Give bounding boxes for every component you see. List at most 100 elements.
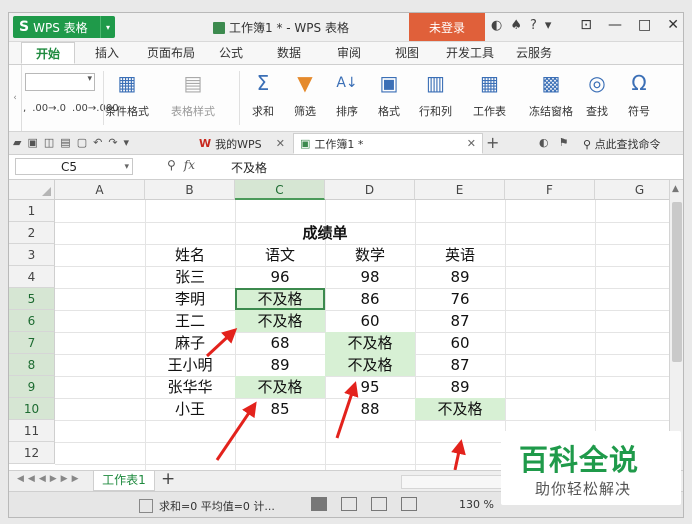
window-controls: ⊡ — □ ✕ [580, 17, 679, 33]
rows-cols-button[interactable]: ▥ 行和列 [419, 71, 452, 119]
tab-home[interactable]: 开始 [21, 42, 75, 64]
rows-cols-icon: ▥ [426, 71, 445, 95]
spreadsheet-grid[interactable]: ABCDEFG 1 2 3 4 5 6 7 8 9 10 11 12 成绩单 姓名 语文 数学 英语 张三 96 9… [9, 180, 669, 470]
shirt-icon[interactable]: ♠ [510, 18, 522, 33]
workbook-icon: ▣ [300, 137, 311, 150]
app-menu-button[interactable]: S WPS 表格 ▾ [13, 16, 115, 38]
chevron-down-icon[interactable]: ▾ [100, 16, 115, 38]
find-button[interactable]: ◎ 查找 [585, 71, 609, 119]
horizontal-scrollbar[interactable] [401, 475, 503, 489]
freeze-panes-icon: ▩ [541, 71, 561, 95]
format-button[interactable]: ▣ 格式 [377, 71, 401, 119]
name-box[interactable]: C5 [15, 158, 133, 176]
wps-w-icon: W [199, 137, 212, 150]
skin-toggle-icon[interactable]: ◐ [539, 136, 549, 149]
search-command[interactable]: ⚲ 点此查找命令 [583, 136, 661, 152]
tab-data[interactable]: 数据 [269, 42, 309, 64]
print-icon[interactable]: ▤ [60, 136, 70, 149]
zoom-level[interactable]: 130 % [459, 498, 494, 511]
worksheet-button[interactable]: ▦ 工作表 [473, 71, 506, 119]
close-icon[interactable]: ✕ [467, 137, 476, 150]
tab-view[interactable]: 视图 [387, 42, 427, 64]
tab-label: 工作簿1 * [314, 137, 364, 151]
help-icon[interactable]: ? [530, 18, 537, 33]
new-tab-button[interactable]: + [486, 133, 499, 152]
reading-view-icon[interactable] [401, 497, 417, 511]
tab-page-layout[interactable]: 页面布局 [139, 42, 203, 64]
sheet-tab-1[interactable]: 工作表1 [93, 471, 155, 491]
decrease-decimal-button[interactable]: .00→.0 [32, 103, 66, 114]
close-icon[interactable]: ✕ [276, 137, 285, 150]
skin-icon[interactable]: ◐ [491, 18, 502, 33]
sheet-nav-arrows[interactable]: ◀◀◀▶▶▶ [17, 474, 83, 484]
conditional-format-icon: ▦ [117, 71, 137, 95]
ribbon: ‹ , .00→.0 .00→.000 ▦ 条件格式 ▤ 表格样式 Σ 求和 ▼… [9, 65, 683, 132]
flag-icon[interactable]: ⚑ [559, 136, 569, 149]
button-label: 工作表 [473, 105, 506, 118]
tab-formulas[interactable]: 公式 [211, 42, 251, 64]
tab-review[interactable]: 审阅 [329, 42, 369, 64]
open-icon[interactable]: ▰ [13, 136, 21, 149]
ribbon-scroll-left[interactable]: ‹ [9, 65, 22, 131]
conditional-format-button[interactable]: ▦ 条件格式 [105, 71, 149, 119]
wps-window: S WPS 表格 ▾ 工作簿1 * - WPS 表格 未登录 ◐ ♠ ? ▾ ⊡… [8, 12, 684, 518]
title-bar: S WPS 表格 ▾ 工作簿1 * - WPS 表格 未登录 ◐ ♠ ? ▾ ⊡… [9, 13, 683, 42]
sort-icon: A↓ [336, 75, 358, 91]
minimize-button[interactable]: — [608, 17, 622, 33]
redo-icon[interactable]: ↷ [108, 136, 117, 149]
normal-view-icon[interactable] [311, 497, 327, 511]
filter-button[interactable]: ▼ 筛选 [293, 71, 317, 119]
watermark-subtitle: 助你轻松解决 [535, 480, 632, 498]
button-label: 格式 [378, 105, 400, 118]
status-text: 求和=0 平均值=0 计... [159, 500, 275, 513]
macro-record-icon[interactable] [139, 499, 153, 513]
quick-access-toolbar: ▰ ▣ ◫ ▤ ▢ ↶ ↷ ▾ [13, 136, 129, 149]
font-size-box[interactable] [25, 73, 95, 91]
sum-icon: Σ [256, 71, 270, 95]
app-name: WPS 表格 [33, 20, 88, 35]
restore-icon[interactable]: ⊡ [580, 17, 592, 33]
export-pdf-icon[interactable]: ◫ [44, 136, 54, 149]
maximize-button[interactable]: □ [638, 17, 651, 33]
button-label: 符号 [628, 105, 650, 118]
scroll-up-icon[interactable]: ▲ [672, 184, 679, 194]
login-button[interactable]: 未登录 [409, 13, 485, 41]
watermark-title: 百科全说 [519, 443, 640, 477]
sort-button[interactable]: A↓ 排序 [335, 71, 359, 119]
document-tab-row: ▰ ▣ ◫ ▤ ▢ ↶ ↷ ▾ W 我的WPS ✕ ▣ 工作簿1 * ✕ + ◐… [9, 132, 683, 155]
customize-icon[interactable]: ▾ [124, 136, 130, 149]
save-icon[interactable]: ▣ [27, 136, 37, 149]
print-preview-icon[interactable]: ▢ [77, 136, 87, 149]
tab-my-wps[interactable]: W 我的WPS ✕ [193, 133, 291, 154]
arrow-to-e10 [451, 439, 466, 470]
scroll-thumb[interactable] [672, 202, 682, 362]
page-break-view-icon[interactable] [371, 497, 387, 511]
freeze-panes-button[interactable]: ▩ 冻结窗格 [529, 71, 573, 119]
sum-button[interactable]: Σ 求和 [251, 71, 275, 119]
tab-workbook[interactable]: ▣ 工作簿1 * ✕ [293, 133, 483, 154]
fx-icon[interactable]: fx [184, 158, 195, 172]
add-sheet-button[interactable]: + [161, 469, 175, 489]
view-buttons [311, 497, 417, 511]
tab-cloud[interactable]: 云服务 [509, 42, 559, 64]
workbook-icon [213, 21, 225, 34]
comma-style-icon[interactable]: , [23, 103, 26, 114]
chevron-down-icon[interactable]: ▾ [545, 18, 552, 33]
table-style-icon: ▤ [183, 71, 203, 95]
formula-input[interactable]: 不及格 [231, 159, 267, 176]
symbol-button[interactable]: Ω 符号 [627, 71, 651, 119]
close-button[interactable]: ✕ [667, 17, 679, 33]
button-label: 筛选 [294, 105, 316, 118]
search-command-label: 点此查找命令 [594, 138, 661, 151]
vertical-scrollbar[interactable]: ▲ ▼ [669, 180, 683, 470]
button-label: 行和列 [419, 105, 452, 118]
format-icon: ▣ [379, 71, 399, 95]
page-layout-view-icon[interactable] [341, 497, 357, 511]
undo-icon[interactable]: ↶ [93, 136, 102, 149]
tab-insert[interactable]: 插入 [83, 42, 131, 64]
zoom-search-icon[interactable]: ⚲ [167, 158, 176, 172]
table-style-button[interactable]: ▤ 表格样式 [171, 71, 215, 119]
button-label: 查找 [586, 105, 608, 118]
ribbon-separator [103, 71, 104, 125]
tab-developer[interactable]: 开发工具 [439, 42, 501, 64]
